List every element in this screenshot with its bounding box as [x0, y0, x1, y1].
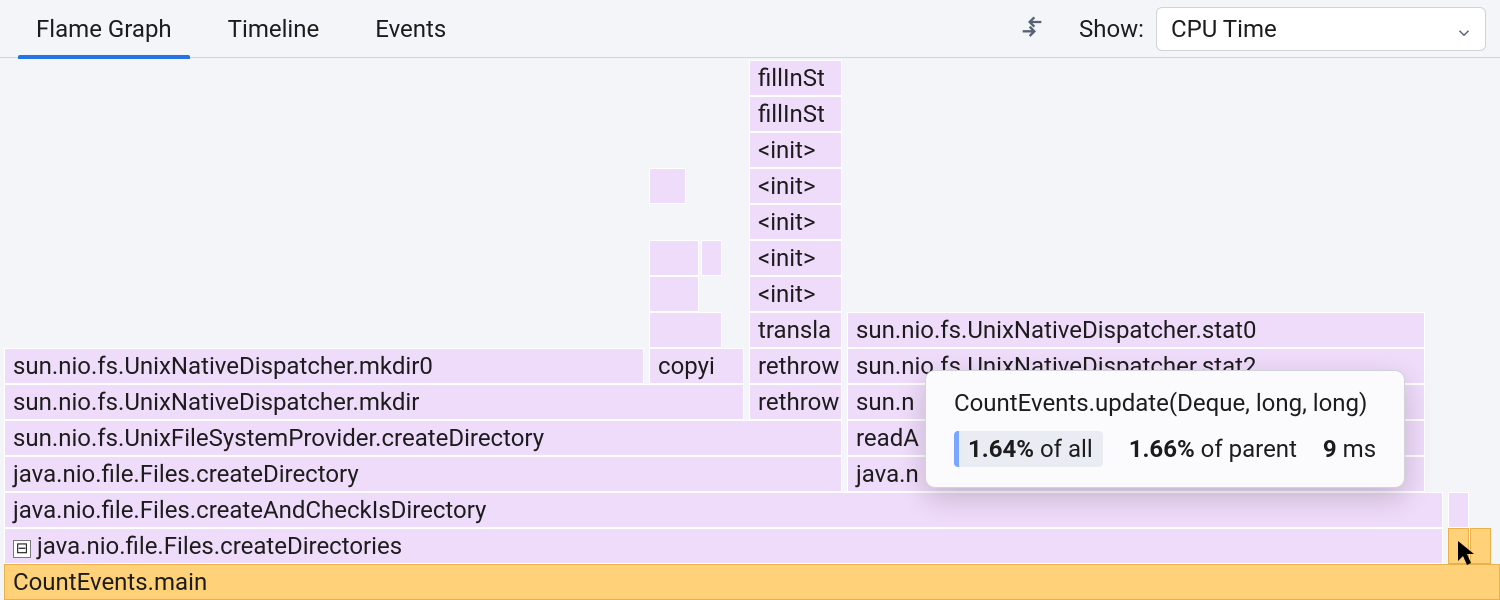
- frame-init-3[interactable]: <init>: [749, 204, 842, 240]
- chevron-down-icon: [1455, 20, 1473, 38]
- frame-rethrow-2[interactable]: rethrow: [749, 348, 842, 384]
- frame-label: java.nio.file.Files.createDirectories: [37, 532, 402, 560]
- frame-createDirectory-files[interactable]: java.nio.file.Files.createDirectory: [4, 456, 842, 492]
- frame-rethrow-1[interactable]: rethrow: [749, 384, 842, 420]
- view-tabs: Flame Graph Timeline Events: [8, 0, 474, 58]
- swap-icon[interactable]: [1013, 10, 1051, 48]
- flame-graph[interactable]: CountEvents.main ⊟ java.nio.file.Files.cre…: [0, 58, 1500, 600]
- frame-label: rethrow: [758, 388, 839, 416]
- tab-timeline[interactable]: Timeline: [200, 0, 348, 58]
- frame-sliver-a[interactable]: [1448, 528, 1469, 564]
- frame-label: fillInSt: [758, 100, 825, 128]
- frame-n3[interactable]: [649, 240, 699, 276]
- frame-createDirectories[interactable]: ⊟ java.nio.file.Files.createDirectories: [4, 528, 1443, 564]
- show-select[interactable]: CPU Time: [1156, 7, 1486, 51]
- frame-mkdir0[interactable]: sun.nio.fs.UnixNativeDispatcher.mkdir0: [4, 348, 644, 384]
- tooltip-time: 9 ms: [1323, 435, 1376, 463]
- frame-transla[interactable]: transla: [749, 312, 842, 348]
- frame-label: <init>: [758, 172, 816, 200]
- frame-tooltip: CountEvents.update(Deque, long, long) 1.6…: [925, 370, 1405, 488]
- show-select-value: CPU Time: [1171, 15, 1277, 43]
- frame-label: <init>: [758, 280, 816, 308]
- frame-label: java.nio.file.Files.createDirectory: [13, 460, 359, 488]
- frame-fill-1[interactable]: fillInSt: [749, 96, 842, 132]
- frame-label: fillInSt: [758, 64, 825, 92]
- frame-label: sun.nio.fs.UnixNativeDispatcher.stat0: [856, 316, 1257, 344]
- frame-unixfs-createDirectory[interactable]: sun.nio.fs.UnixFileSystemProvider.create…: [4, 420, 842, 456]
- collapse-icon[interactable]: ⊟: [13, 540, 31, 558]
- frame-init-5[interactable]: <init>: [749, 132, 842, 168]
- frame-label: java.nio.file.Files.createAndCheckIsDire…: [13, 496, 486, 524]
- frame-stat0[interactable]: sun.nio.fs.UnixNativeDispatcher.stat0: [847, 312, 1425, 348]
- frame-label: rethrow: [758, 352, 839, 380]
- frame-label: sun.nio.fs.UnixFileSystemProvider.create…: [13, 424, 544, 452]
- frame-label: <init>: [758, 208, 816, 236]
- frame-n2[interactable]: [649, 276, 699, 312]
- frame-n4[interactable]: [701, 240, 722, 276]
- tab-flame-graph[interactable]: Flame Graph: [8, 0, 200, 58]
- frame-label: sun.nio.fs.UnixNativeDispatcher.mkdir: [13, 388, 419, 416]
- frame-label: sun.nio.fs.UnixNativeDispatcher.mkdir0: [13, 352, 433, 380]
- frame-fill-2[interactable]: fillInSt: [749, 60, 842, 96]
- frame-label: java.n: [856, 460, 919, 488]
- tooltip-pct-parent: 1.66% of parent: [1129, 435, 1297, 463]
- show-label: Show:: [1079, 15, 1144, 43]
- frame-label: <init>: [758, 136, 816, 164]
- frame-copyi[interactable]: copyi: [649, 348, 744, 384]
- frame-sliver-b[interactable]: [1470, 528, 1491, 564]
- frame-mkdir[interactable]: sun.nio.fs.UnixNativeDispatcher.mkdir: [4, 384, 744, 420]
- frame-label: readA: [856, 424, 919, 452]
- tooltip-title: CountEvents.update(Deque, long, long): [954, 389, 1376, 417]
- frame-n5[interactable]: [649, 168, 686, 204]
- frame-init-2[interactable]: <init>: [749, 240, 842, 276]
- tooltip-pct-all: 1.64% of all: [954, 431, 1103, 467]
- frame-label: copyi: [658, 352, 715, 380]
- frame-init-1[interactable]: <init>: [749, 276, 842, 312]
- frame-n1[interactable]: [649, 312, 722, 348]
- frame-label: transla: [758, 316, 831, 344]
- frame-label: sun.n: [856, 388, 914, 416]
- frame-label: <init>: [758, 244, 816, 272]
- frame-sliver-c[interactable]: [1448, 492, 1469, 528]
- frame-createAndCheck[interactable]: java.nio.file.Files.createAndCheckIsDire…: [4, 492, 1443, 528]
- frame-root-main[interactable]: CountEvents.main: [4, 564, 1500, 600]
- tab-events[interactable]: Events: [347, 0, 474, 58]
- frame-label: CountEvents.main: [13, 568, 207, 596]
- frame-init-4[interactable]: <init>: [749, 168, 842, 204]
- profiler-toolbar: Flame Graph Timeline Events Show: CPU Ti…: [0, 0, 1500, 58]
